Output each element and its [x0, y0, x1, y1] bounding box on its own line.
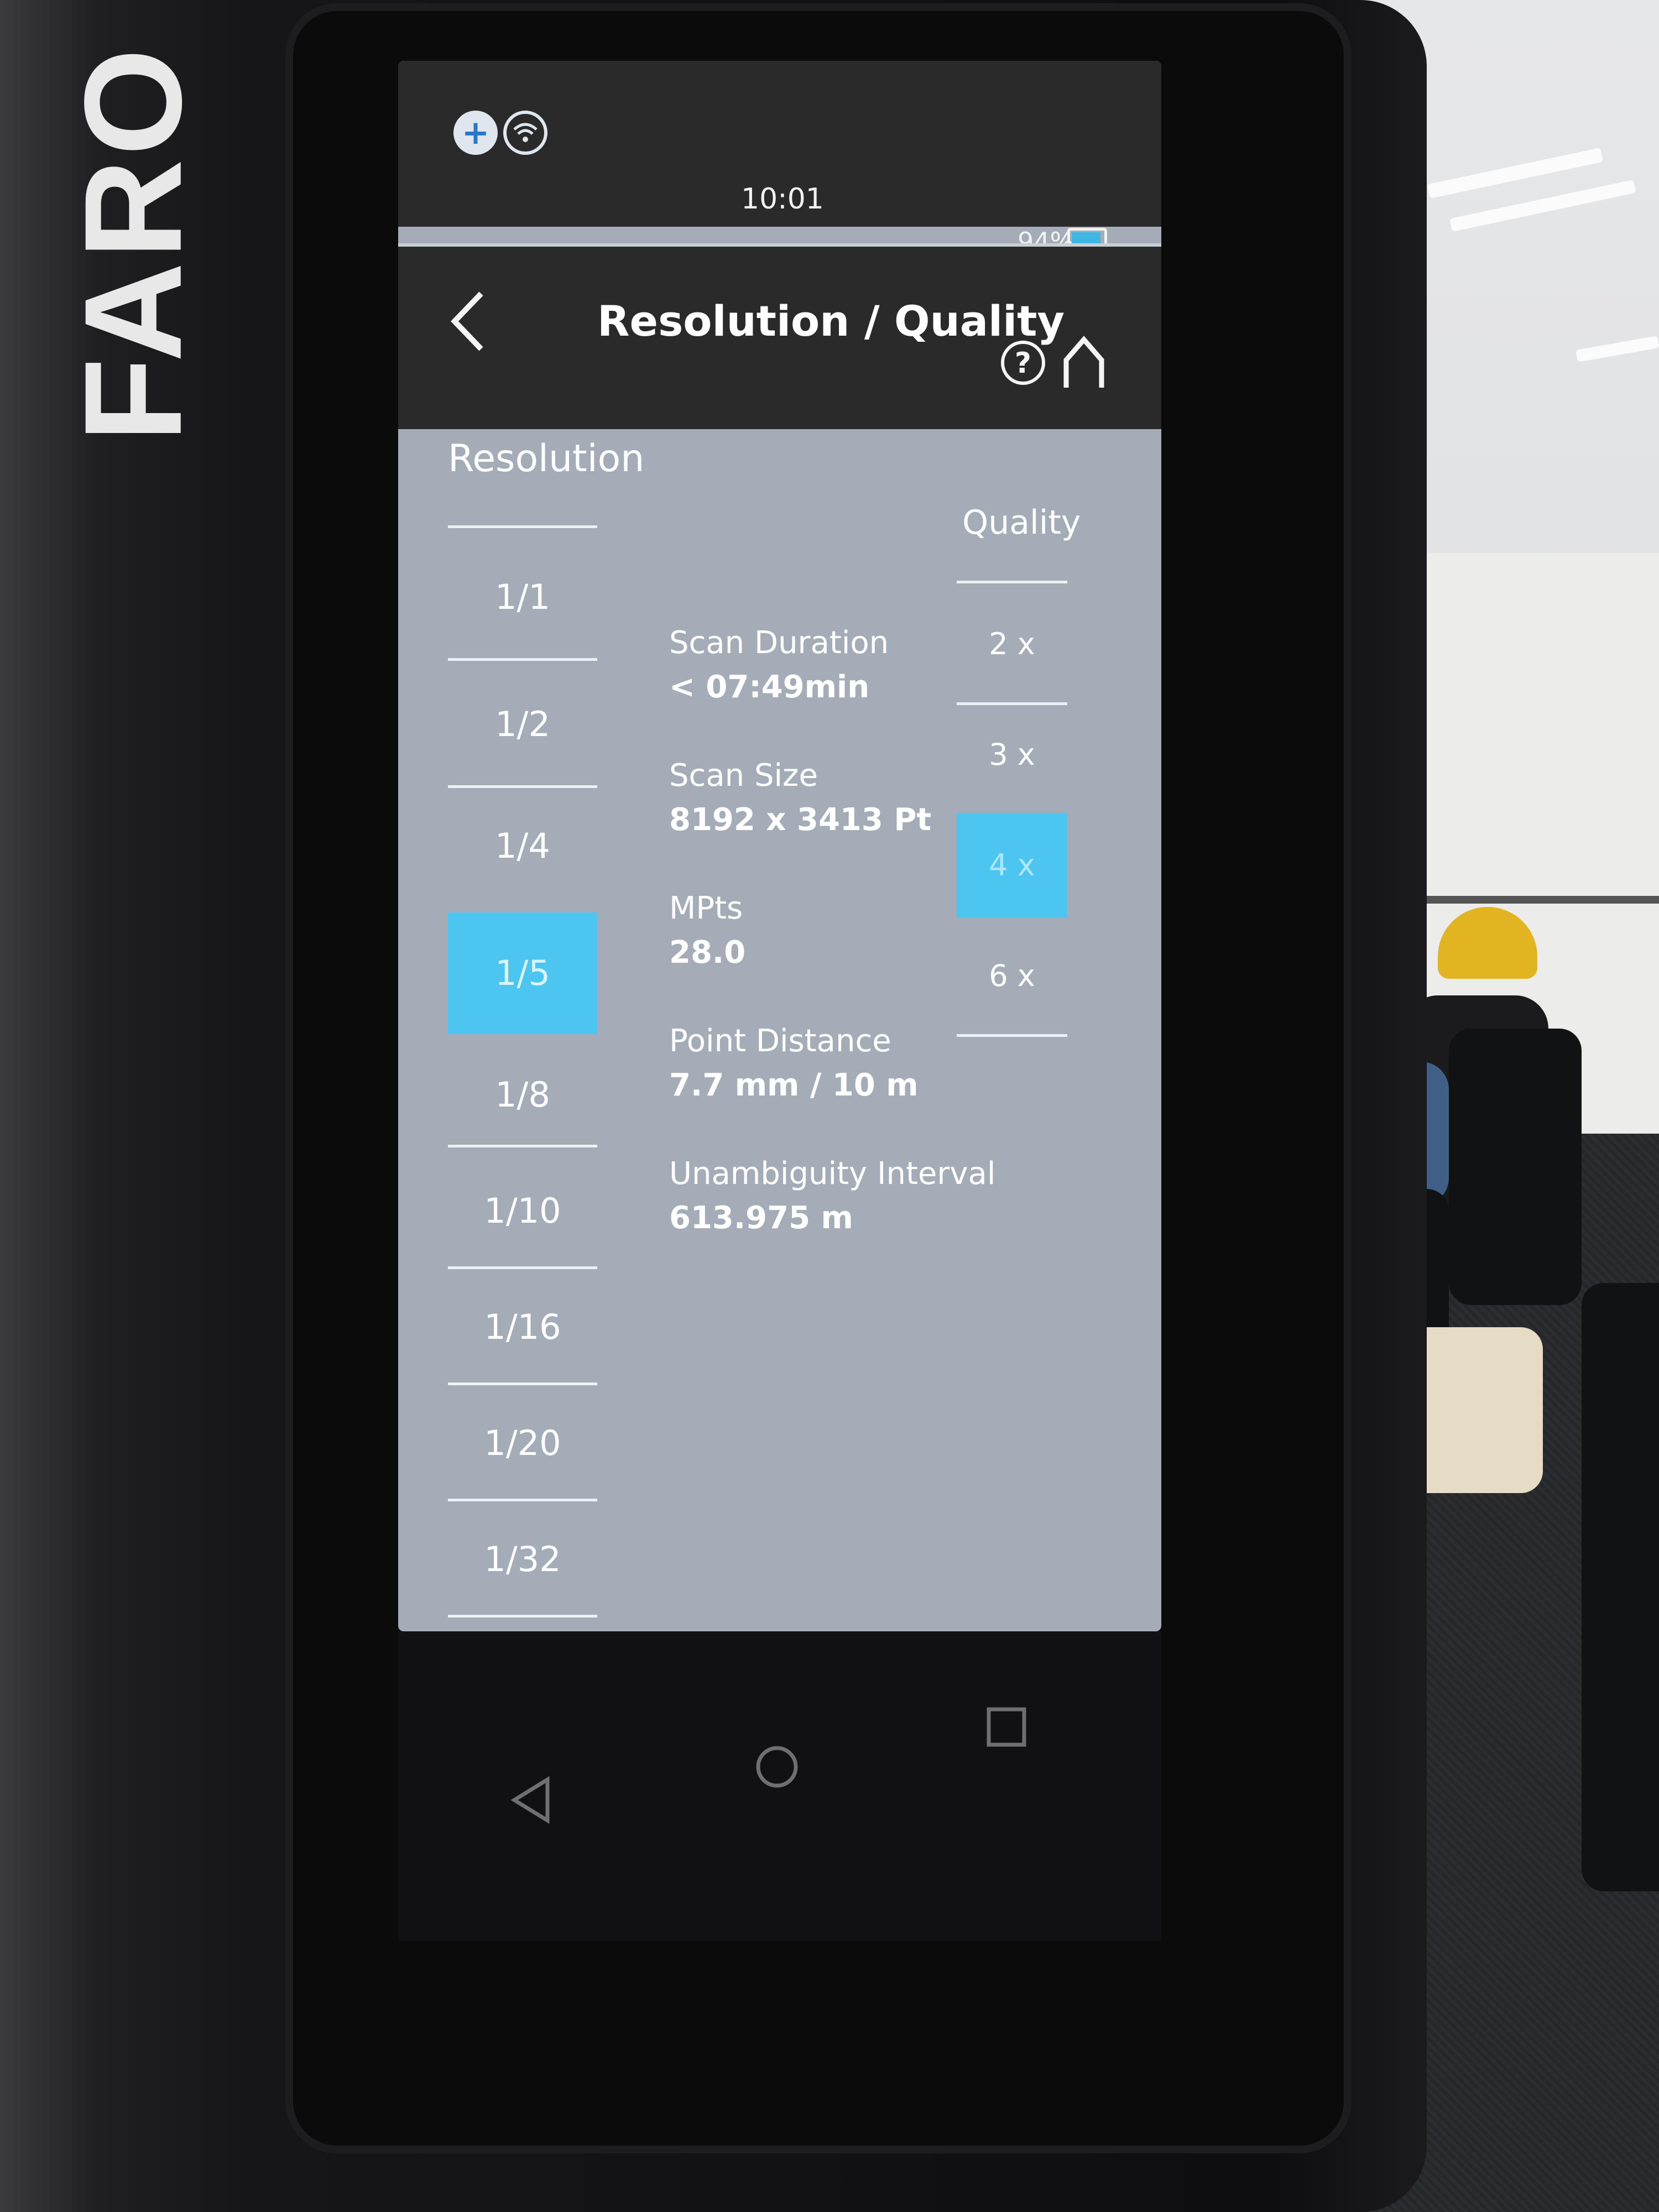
divider	[448, 525, 597, 528]
scan-size-label: Scan Size	[669, 758, 818, 794]
divider	[448, 658, 597, 661]
status-bar: + 10:01	[398, 61, 1161, 227]
quality-option-4x-selected[interactable]: 4 x	[957, 813, 1067, 918]
quality-option-6x[interactable]: 6 x	[957, 924, 1067, 1029]
resolution-heading: Resolution	[448, 437, 645, 481]
scan-duration-label: Scan Duration	[669, 625, 889, 661]
plus-circle-icon: +	[453, 111, 498, 155]
title-bar: Resolution / Quality ?	[398, 243, 1161, 429]
touchscreen: + 10:01 94% Resolution / Quality ? Resol…	[398, 61, 1161, 1631]
resolution-option-1-32[interactable]: 1/32	[448, 1499, 597, 1620]
mpts-value: 28.0	[669, 935, 746, 971]
brand-logo: FARO	[55, 44, 210, 442]
unambiguity-interval-value: 613.975 m	[669, 1200, 853, 1236]
point-distance-value: 7.7 mm / 10 m	[669, 1067, 919, 1103]
scan-size-value: 8192 x 3413 Pt	[669, 802, 932, 838]
mpts-label: MPts	[669, 890, 743, 926]
wifi-icon	[503, 111, 547, 155]
resolution-option-1-20[interactable]: 1/20	[448, 1383, 597, 1504]
page-title: Resolution / Quality	[597, 296, 1065, 346]
resolution-option-1-8[interactable]: 1/8	[448, 1034, 597, 1156]
clock: 10:01	[741, 182, 824, 216]
resolution-option-1-5-selected[interactable]: 1/5	[448, 912, 597, 1034]
quality-option-3x[interactable]: 3 x	[957, 702, 1067, 807]
quality-heading: Quality	[962, 503, 1081, 542]
office-chair	[1582, 1283, 1659, 1891]
resolution-quality-panel: Resolution 1/1 1/2 1/4 1/5 1/8 1/10 1/16…	[398, 426, 1161, 1631]
office-chair	[1449, 1029, 1582, 1305]
home-icon[interactable]	[1062, 335, 1112, 390]
unambiguity-interval-label: Unambiguity Interval	[669, 1156, 996, 1192]
divider	[957, 581, 1067, 583]
quality-option-2x[interactable]: 2 x	[957, 592, 1067, 697]
navigation-bar	[398, 1631, 1161, 1941]
divider	[957, 1034, 1067, 1037]
divider	[448, 1615, 597, 1618]
divider	[448, 1145, 597, 1147]
resolution-option-1-2[interactable]: 1/2	[448, 664, 597, 785]
back-triangle-icon[interactable]	[509, 1775, 553, 1837]
resolution-option-1-16[interactable]: 1/16	[448, 1266, 597, 1388]
help-circle-icon[interactable]: ?	[1001, 341, 1045, 385]
home-circle-icon[interactable]	[752, 1742, 802, 1804]
resolution-option-1-10[interactable]: 1/10	[448, 1150, 597, 1272]
recents-square-icon[interactable]	[984, 1703, 1029, 1761]
resolution-option-1-4[interactable]: 1/4	[448, 785, 597, 907]
chevron-left-icon[interactable]	[448, 291, 498, 352]
scan-duration-value: < 07:49min	[669, 669, 870, 705]
point-distance-label: Point Distance	[669, 1023, 891, 1059]
resolution-option-1-1[interactable]: 1/1	[448, 536, 597, 658]
